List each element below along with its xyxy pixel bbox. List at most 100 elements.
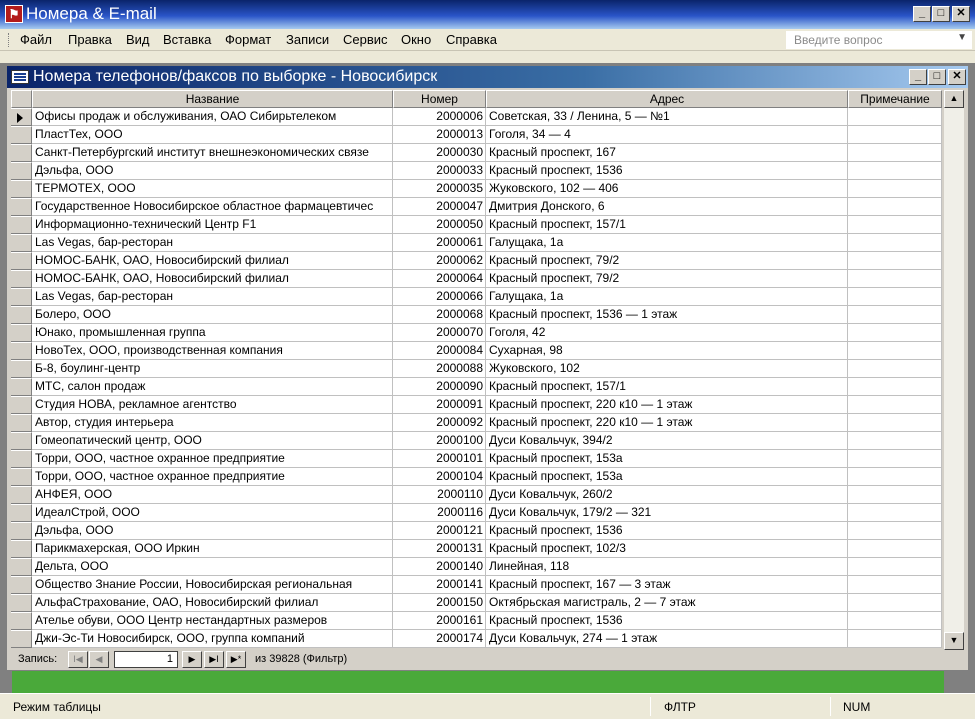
minimize-button[interactable]: _ [913,6,931,22]
cell-number[interactable]: 2000050 [393,216,486,234]
row-selector[interactable] [11,234,32,252]
column-header-address[interactable]: Адрес [486,90,848,108]
menu-item[interactable]: Вставка [163,32,211,48]
row-selector[interactable] [11,360,32,378]
cell-number[interactable]: 2000064 [393,270,486,288]
cell-address[interactable]: Жуковского, 102 — 406 [486,180,848,198]
cell-number[interactable]: 2000068 [393,306,486,324]
cell-name[interactable]: Офисы продаж и обслуживания, ОАО Сибирьт… [32,108,393,126]
cell-name[interactable]: Студия НОВА, рекламное агентство [32,396,393,414]
cell-name[interactable]: Дэльфа, ООО [32,522,393,540]
first-record-button[interactable]: I◀ [68,651,88,668]
row-selector[interactable] [11,504,32,522]
table-row[interactable]: Санкт-Петербургский институт внешнеэконо… [11,144,942,162]
scroll-down-button[interactable]: ▼ [944,632,964,650]
table-row[interactable]: Дэльфа, ООО 2000121 Красный проспект, 1536 [11,522,942,540]
cell-name[interactable]: ИдеалСтрой, ООО [32,504,393,522]
table-row[interactable]: Офисы продаж и обслуживания, ОАО Сибирьт… [11,108,942,126]
table-row[interactable]: Дельта, ООО 2000140 Линейная, 118 [11,558,942,576]
cell-number[interactable]: 2000084 [393,342,486,360]
cell-number[interactable]: 2000091 [393,396,486,414]
cell-number[interactable]: 2000030 [393,144,486,162]
cell-number[interactable]: 2000141 [393,576,486,594]
cell-address[interactable]: Красный проспект, 79/2 [486,270,848,288]
chevron-down-icon[interactable]: ▼ [957,32,967,43]
row-selector[interactable] [11,594,32,612]
cell-note[interactable] [848,306,942,324]
cell-note[interactable] [848,432,942,450]
row-selector[interactable] [11,558,32,576]
cell-address[interactable]: Жуковского, 102 [486,360,848,378]
cell-name[interactable]: Гомеопатический центр, ООО [32,432,393,450]
cell-note[interactable] [848,378,942,396]
restore-button[interactable]: □ [932,6,950,22]
table-row[interactable]: ТЕРМОТЕХ, ООО 2000035 Жуковского, 102 — 40… [11,180,942,198]
access-app-icon[interactable]: ⚑ [5,5,23,23]
menu-grip[interactable] [8,33,11,47]
cell-name[interactable]: Общество Знание России, Новосибирская ре… [32,576,393,594]
cell-note[interactable] [848,216,942,234]
table-row[interactable]: МТС, салон продаж 2000090 Красный проспект… [11,378,942,396]
new-record-button[interactable]: ▶* [226,651,246,668]
previous-record-button[interactable]: ◀ [89,651,109,668]
cell-number[interactable]: 2000033 [393,162,486,180]
child-close-button[interactable]: ✕ [948,69,966,85]
menu-item[interactable]: Сервис [343,32,388,48]
datasheet-title-bar[interactable]: Номера телефонов/факсов по выборке - Нов… [7,66,968,88]
cell-note[interactable] [848,198,942,216]
cell-name[interactable]: Дельта, ООО [32,558,393,576]
cell-name[interactable]: Las Vegas, бар-ресторан [32,234,393,252]
cell-note[interactable] [848,468,942,486]
row-selector[interactable] [11,486,32,504]
table-row[interactable]: Las Vegas, бар-ресторан 2000066 Галущака, … [11,288,942,306]
cell-address[interactable]: Сухарная, 98 [486,342,848,360]
row-selector[interactable] [11,126,32,144]
cell-note[interactable] [848,270,942,288]
cell-address[interactable]: Дуси Ковальчук, 179/2 — 321 [486,504,848,522]
table-row[interactable]: Ателье обуви, ООО Центр нестандартных ра… [11,612,942,630]
cell-number[interactable]: 2000061 [393,234,486,252]
cell-name[interactable]: Дэльфа, ООО [32,162,393,180]
cell-number[interactable]: 2000092 [393,414,486,432]
cell-name[interactable]: Торри, ООО, частное охранное предприятие [32,468,393,486]
row-selector[interactable] [11,306,32,324]
cell-number[interactable]: 2000013 [393,126,486,144]
cell-address[interactable]: Линейная, 118 [486,558,848,576]
cell-address[interactable]: Гоголя, 42 [486,324,848,342]
cell-note[interactable] [848,126,942,144]
cell-name[interactable]: Джи-Эс-Ти Новосибирск, ООО, группа компа… [32,630,393,648]
datasheet-icon[interactable] [11,70,29,84]
cell-name[interactable]: Торри, ООО, частное охранное предприятие [32,450,393,468]
cell-address[interactable]: Красный проспект, 1536 [486,522,848,540]
column-header-number[interactable]: Номер [393,90,486,108]
table-row[interactable]: Торри, ООО, частное охранное предприятие… [11,450,942,468]
help-search-input[interactable]: Введите вопрос ▼ [786,31,972,49]
row-selector[interactable] [11,522,32,540]
table-row[interactable]: НовоТех, ООО, производственная компания 2… [11,342,942,360]
cell-note[interactable] [848,558,942,576]
menu-item[interactable]: Правка [68,32,112,48]
cell-note[interactable] [848,576,942,594]
row-selector[interactable] [11,378,32,396]
cell-note[interactable] [848,360,942,378]
cell-number[interactable]: 2000047 [393,198,486,216]
cell-number[interactable]: 2000140 [393,558,486,576]
cell-name[interactable]: ПластТех, ООО [32,126,393,144]
cell-note[interactable] [848,396,942,414]
row-selector[interactable] [11,252,32,270]
cell-name[interactable]: Санкт-Петербургский институт внешнеэконо… [32,144,393,162]
cell-number[interactable]: 2000090 [393,378,486,396]
cell-number[interactable]: 2000161 [393,612,486,630]
cell-address[interactable]: Красный проспект, 220 к10 — 1 этаж [486,396,848,414]
cell-note[interactable] [848,540,942,558]
cell-number[interactable]: 2000174 [393,630,486,648]
cell-note[interactable] [848,108,942,126]
row-selector[interactable] [11,414,32,432]
table-row[interactable]: Болеро, ООО 2000068 Красный проспект, 1536… [11,306,942,324]
menu-item[interactable]: Записи [286,32,329,48]
cell-address[interactable]: Красный проспект, 1536 [486,162,848,180]
menu-item[interactable]: Окно [401,32,431,48]
cell-address[interactable]: Красный проспект, 153а [486,450,848,468]
row-selector[interactable] [11,270,32,288]
cell-note[interactable] [848,180,942,198]
